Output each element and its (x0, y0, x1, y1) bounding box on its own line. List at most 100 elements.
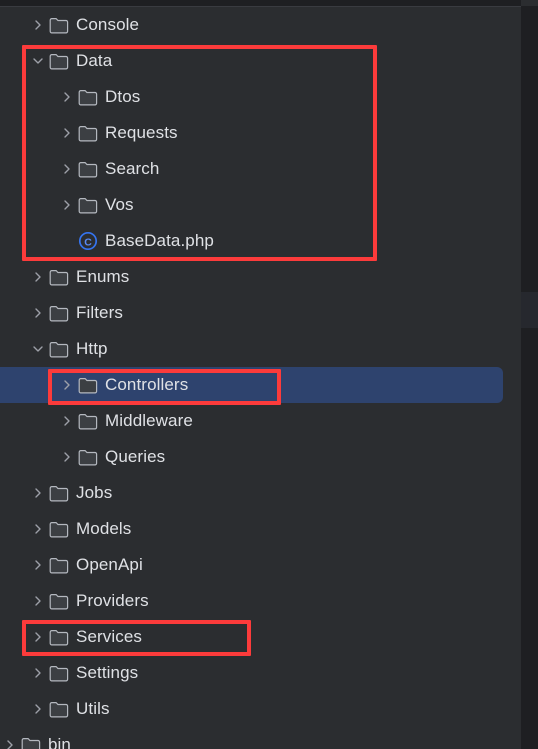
tree-row-label: Data (76, 51, 113, 70)
folder-icon (77, 115, 99, 151)
tree-row-label: Enums (76, 267, 130, 286)
folder-icon (48, 331, 70, 367)
tree-row[interactable]: Models (0, 511, 521, 547)
tree-row[interactable]: C BaseData.php (0, 223, 521, 259)
tree-row[interactable]: Console (0, 7, 521, 43)
vertical-scrollbar-track[interactable] (507, 7, 519, 749)
tree-row-label: OpenApi (76, 555, 143, 574)
tree-row[interactable]: Providers (0, 583, 521, 619)
folder-icon (48, 259, 70, 295)
tree-row[interactable]: Search (0, 151, 521, 187)
chevron-right-icon[interactable] (57, 439, 77, 475)
chevron-right-icon[interactable] (28, 259, 48, 295)
folder-icon (48, 7, 70, 43)
chevron-right-icon[interactable] (28, 547, 48, 583)
php-class-icon: C (77, 223, 99, 259)
tree-row[interactable]: Services (0, 619, 521, 655)
chevron-right-icon[interactable] (57, 79, 77, 115)
chevron-right-icon[interactable] (57, 187, 77, 223)
tree-row-label: Controllers (105, 375, 189, 394)
tree-row[interactable]: Middleware (0, 403, 521, 439)
folder-icon (48, 691, 70, 727)
tree-row-label: Dtos (105, 87, 141, 106)
tree-row[interactable]: Http (0, 331, 521, 367)
editor-pane-sliver (521, 0, 538, 749)
folder-icon (77, 187, 99, 223)
chevron-right-icon[interactable] (28, 511, 48, 547)
folder-icon (77, 367, 99, 403)
tree-row[interactable]: Utils (0, 691, 521, 727)
folder-icon (48, 655, 70, 691)
chevron-down-icon[interactable] (28, 331, 48, 367)
folder-icon (48, 619, 70, 655)
project-tree[interactable]: Console Data Dtos Requests Search Vos C BaseDat… (0, 7, 521, 749)
tree-row[interactable]: Filters (0, 295, 521, 331)
tree-row[interactable]: OpenApi (0, 547, 521, 583)
chevron-right-icon[interactable] (28, 691, 48, 727)
chevron-right-icon[interactable] (0, 727, 20, 749)
tree-row[interactable]: Data (0, 43, 521, 79)
chevron-right-icon[interactable] (57, 403, 77, 439)
folder-icon (77, 151, 99, 187)
tree-row-label: BaseData.php (105, 231, 214, 250)
chevron-right-icon[interactable] (28, 655, 48, 691)
tree-row-label: Models (76, 519, 132, 538)
tree-row-label: Filters (76, 303, 123, 322)
tree-row[interactable]: Jobs (0, 475, 521, 511)
chevron-right-icon[interactable] (28, 583, 48, 619)
chevron-right-icon[interactable] (28, 7, 48, 43)
tree-row[interactable]: Queries (0, 439, 521, 475)
tree-row-label: Jobs (76, 483, 113, 502)
chevron-right-icon[interactable] (28, 619, 48, 655)
chevron-right-icon[interactable] (28, 295, 48, 331)
tree-row-label: Vos (105, 195, 134, 214)
tree-row[interactable]: Settings (0, 655, 521, 691)
folder-icon (48, 43, 70, 79)
tree-row[interactable]: Requests (0, 115, 521, 151)
tree-row[interactable]: Controllers (0, 367, 503, 403)
chevron-right-icon[interactable] (28, 475, 48, 511)
tree-row[interactable]: bin (0, 727, 521, 749)
tree-row-label: Settings (76, 663, 139, 682)
chevron-placeholder (57, 223, 77, 259)
svg-text:C: C (84, 236, 92, 248)
tree-row-label: Utils (76, 699, 110, 718)
folder-icon (20, 727, 42, 749)
chevron-down-icon[interactable] (28, 43, 48, 79)
tree-row-label: Requests (105, 123, 178, 142)
folder-icon (48, 475, 70, 511)
tree-row-label: Services (76, 627, 142, 646)
tree-row-label: Providers (76, 591, 149, 610)
tree-row-label: bin (48, 735, 71, 749)
folder-icon (48, 295, 70, 331)
folder-icon (48, 511, 70, 547)
tree-row[interactable]: Enums (0, 259, 521, 295)
chevron-right-icon[interactable] (57, 367, 77, 403)
editor-highlight-block (521, 292, 538, 328)
chevron-right-icon[interactable] (57, 115, 77, 151)
chevron-right-icon[interactable] (57, 151, 77, 187)
folder-icon (77, 79, 99, 115)
folder-icon (77, 439, 99, 475)
ide-project-tree-panel: Console Data Dtos Requests Search Vos C BaseDat… (0, 0, 538, 749)
tree-row[interactable]: Vos (0, 187, 521, 223)
tree-row[interactable]: Dtos (0, 79, 521, 115)
tree-row-label: Queries (105, 447, 166, 466)
